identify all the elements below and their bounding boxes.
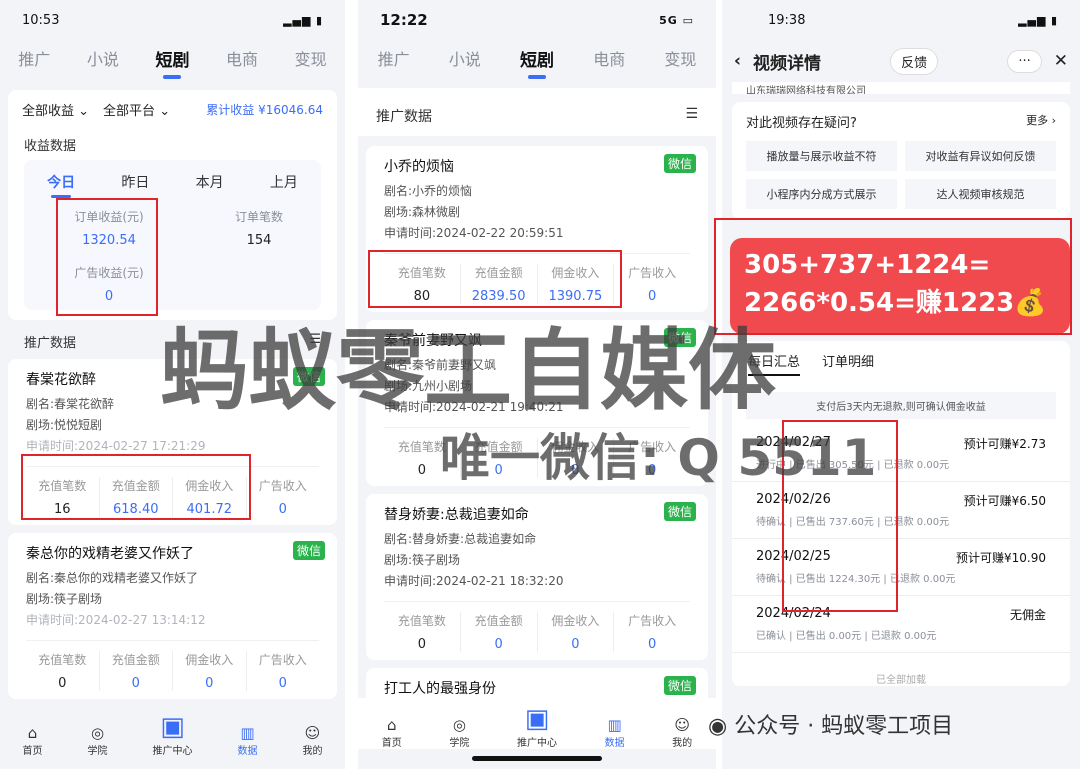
nav-home[interactable]: ⌂ 首页 xyxy=(382,716,402,749)
platform-filter[interactable]: 全部平台 ⌄ xyxy=(103,100,170,119)
nav-promo-center[interactable]: ▣ 推广中心 xyxy=(517,704,557,749)
watermark: 唯一微信: Q 5511 xyxy=(440,429,877,487)
academy-icon: ◎ xyxy=(90,724,105,742)
more-link[interactable]: 更多 › xyxy=(1026,112,1056,131)
close-icon[interactable]: ✕ xyxy=(1054,51,1068,71)
period-last-month[interactable]: 上月 xyxy=(270,172,298,192)
drama-stats: 充值笔数 0 充值金额 0 佣金收入 0 广告收入 0 xyxy=(26,640,319,691)
tab-monetize[interactable]: 变现 xyxy=(295,40,327,70)
bottom-nav: ⌂ 首页 ◎ 学院 ▣ 推广中心 ▥ 数据 ☺ 我的 xyxy=(0,712,345,757)
wechat-icon: ◉ xyxy=(708,714,728,739)
home-indicator xyxy=(472,756,602,761)
wechat-badge: 微信 xyxy=(663,676,696,695)
nav-promo-center[interactable]: ▣ 推广中心 xyxy=(153,712,193,757)
clock: 10:53 xyxy=(22,12,60,28)
tab-novel[interactable]: 小说 xyxy=(449,40,481,70)
status-bar: 10:53 ▂▄▆ ▮ xyxy=(0,0,345,40)
total-income: 累计收益 ¥16046.64 xyxy=(206,103,323,117)
nav-academy[interactable]: ◎ 学院 xyxy=(88,724,108,757)
nav-mine[interactable]: ☺ 我的 xyxy=(672,716,692,749)
top-tabs: 推广 小说 短剧 电商 变现 xyxy=(358,40,716,80)
loaded-text: 已全部加载 xyxy=(876,675,926,686)
tab-short-drama[interactable]: 短剧 xyxy=(520,40,554,71)
nav-data[interactable]: ▥ 数据 xyxy=(238,724,258,757)
question-card: 对此视频存在疑问? 更多 › 播放量与展示收益不符 对收益有异议如何反馈 小程序内… xyxy=(732,102,1070,219)
watermark: 蚂蚁零工自媒体 xyxy=(160,319,777,422)
top-tabs: 推广 小说 短剧 电商 变现 xyxy=(0,40,345,80)
profile-icon: ☺ xyxy=(674,716,690,734)
home-icon: ⌂ xyxy=(27,724,38,742)
notice: 支付后3天内无退款,则可确认佣金收益 xyxy=(746,392,1056,419)
back-icon[interactable]: ‹ xyxy=(734,51,741,71)
data-icon: ▥ xyxy=(607,716,622,734)
tab-orders[interactable]: 订单明细 xyxy=(822,351,874,376)
nav-mine[interactable]: ☺ 我的 xyxy=(303,724,323,757)
tab-promo[interactable]: 推广 xyxy=(378,40,410,70)
drama-card[interactable]: 替身娇妻:总裁追妻如命 微信 剧名:替身娇妻:总裁追妻如命 剧场:筷子剧场 申请时间:… xyxy=(366,494,708,660)
wechat-badge: 微信 xyxy=(292,541,325,560)
header: ‹ 视频详情 反馈 ··· ✕ xyxy=(722,40,1080,82)
nav-academy[interactable]: ◎ 学院 xyxy=(449,716,469,749)
period-yesterday[interactable]: 昨日 xyxy=(121,172,149,192)
highlight-box xyxy=(56,198,158,316)
wechat-badge: 微信 xyxy=(663,502,696,521)
profile-icon: ☺ xyxy=(304,724,321,742)
question-button[interactable]: 达人视频审核规范 xyxy=(905,179,1056,209)
academy-icon: ◎ xyxy=(452,716,466,734)
question-button[interactable]: 小程序内分成方式展示 xyxy=(746,179,897,209)
wechat-badge: 微信 xyxy=(663,154,696,173)
nav-data[interactable]: ▥ 数据 xyxy=(605,716,625,749)
section-title: 收益数据 xyxy=(24,139,77,154)
promo-center-icon: ▣ xyxy=(160,712,185,742)
status-bar: 12:22 5G ▭ xyxy=(380,11,694,29)
period-month[interactable]: 本月 xyxy=(196,172,224,192)
order-count: 订单笔数 154 xyxy=(234,210,283,248)
nav-home[interactable]: ⌂ 首页 xyxy=(23,724,43,757)
signal-icons: ▂▄▆ ▮ xyxy=(283,13,323,27)
question-button[interactable]: 对收益有异议如何反馈 xyxy=(905,141,1056,171)
home-icon: ⌂ xyxy=(387,716,397,734)
wechat-account-footer: ◉ 公众号 · 蚂蚁零工项目 xyxy=(708,714,954,739)
promo-center-icon: ▣ xyxy=(524,704,550,734)
tab-short-drama[interactable]: 短剧 xyxy=(155,40,189,71)
tab-novel[interactable]: 小说 xyxy=(87,40,119,70)
page-title: 视频详情 xyxy=(753,53,822,74)
data-icon: ▥ xyxy=(240,724,255,742)
tab-monetize[interactable]: 变现 xyxy=(664,40,696,70)
status-bar: 19:38 ▂▄▆ ▮ xyxy=(768,12,1058,28)
tab-ecommerce[interactable]: 电商 xyxy=(226,40,258,70)
tab-ecommerce[interactable]: 电商 xyxy=(593,40,625,70)
tab-promo[interactable]: 推广 xyxy=(18,40,50,70)
list-icon[interactable]: ☰ xyxy=(685,106,698,126)
feedback-button[interactable]: 反馈 xyxy=(890,47,939,75)
company: 山东瑞瑞网络科技有限公司 xyxy=(732,82,1070,94)
highlight-box xyxy=(21,454,251,520)
more-button[interactable]: ··· xyxy=(1007,49,1042,73)
bottom-nav: ⌂ 首页 ◎ 学院 ▣ 推广中心 ▥ 数据 ☺ 我的 xyxy=(358,698,716,749)
question-button[interactable]: 播放量与展示收益不符 xyxy=(746,141,897,171)
drama-card[interactable]: 秦总你的戏精老婆又作妖了 微信 剧名:秦总你的戏精老婆又作妖了 剧场:筷子剧场 申请时… xyxy=(8,533,337,699)
period-today[interactable]: 今日 xyxy=(47,172,75,198)
promo-title: 推广数据 ☰ xyxy=(358,88,716,136)
income-filter[interactable]: 全部收益 ⌄ xyxy=(22,100,89,119)
